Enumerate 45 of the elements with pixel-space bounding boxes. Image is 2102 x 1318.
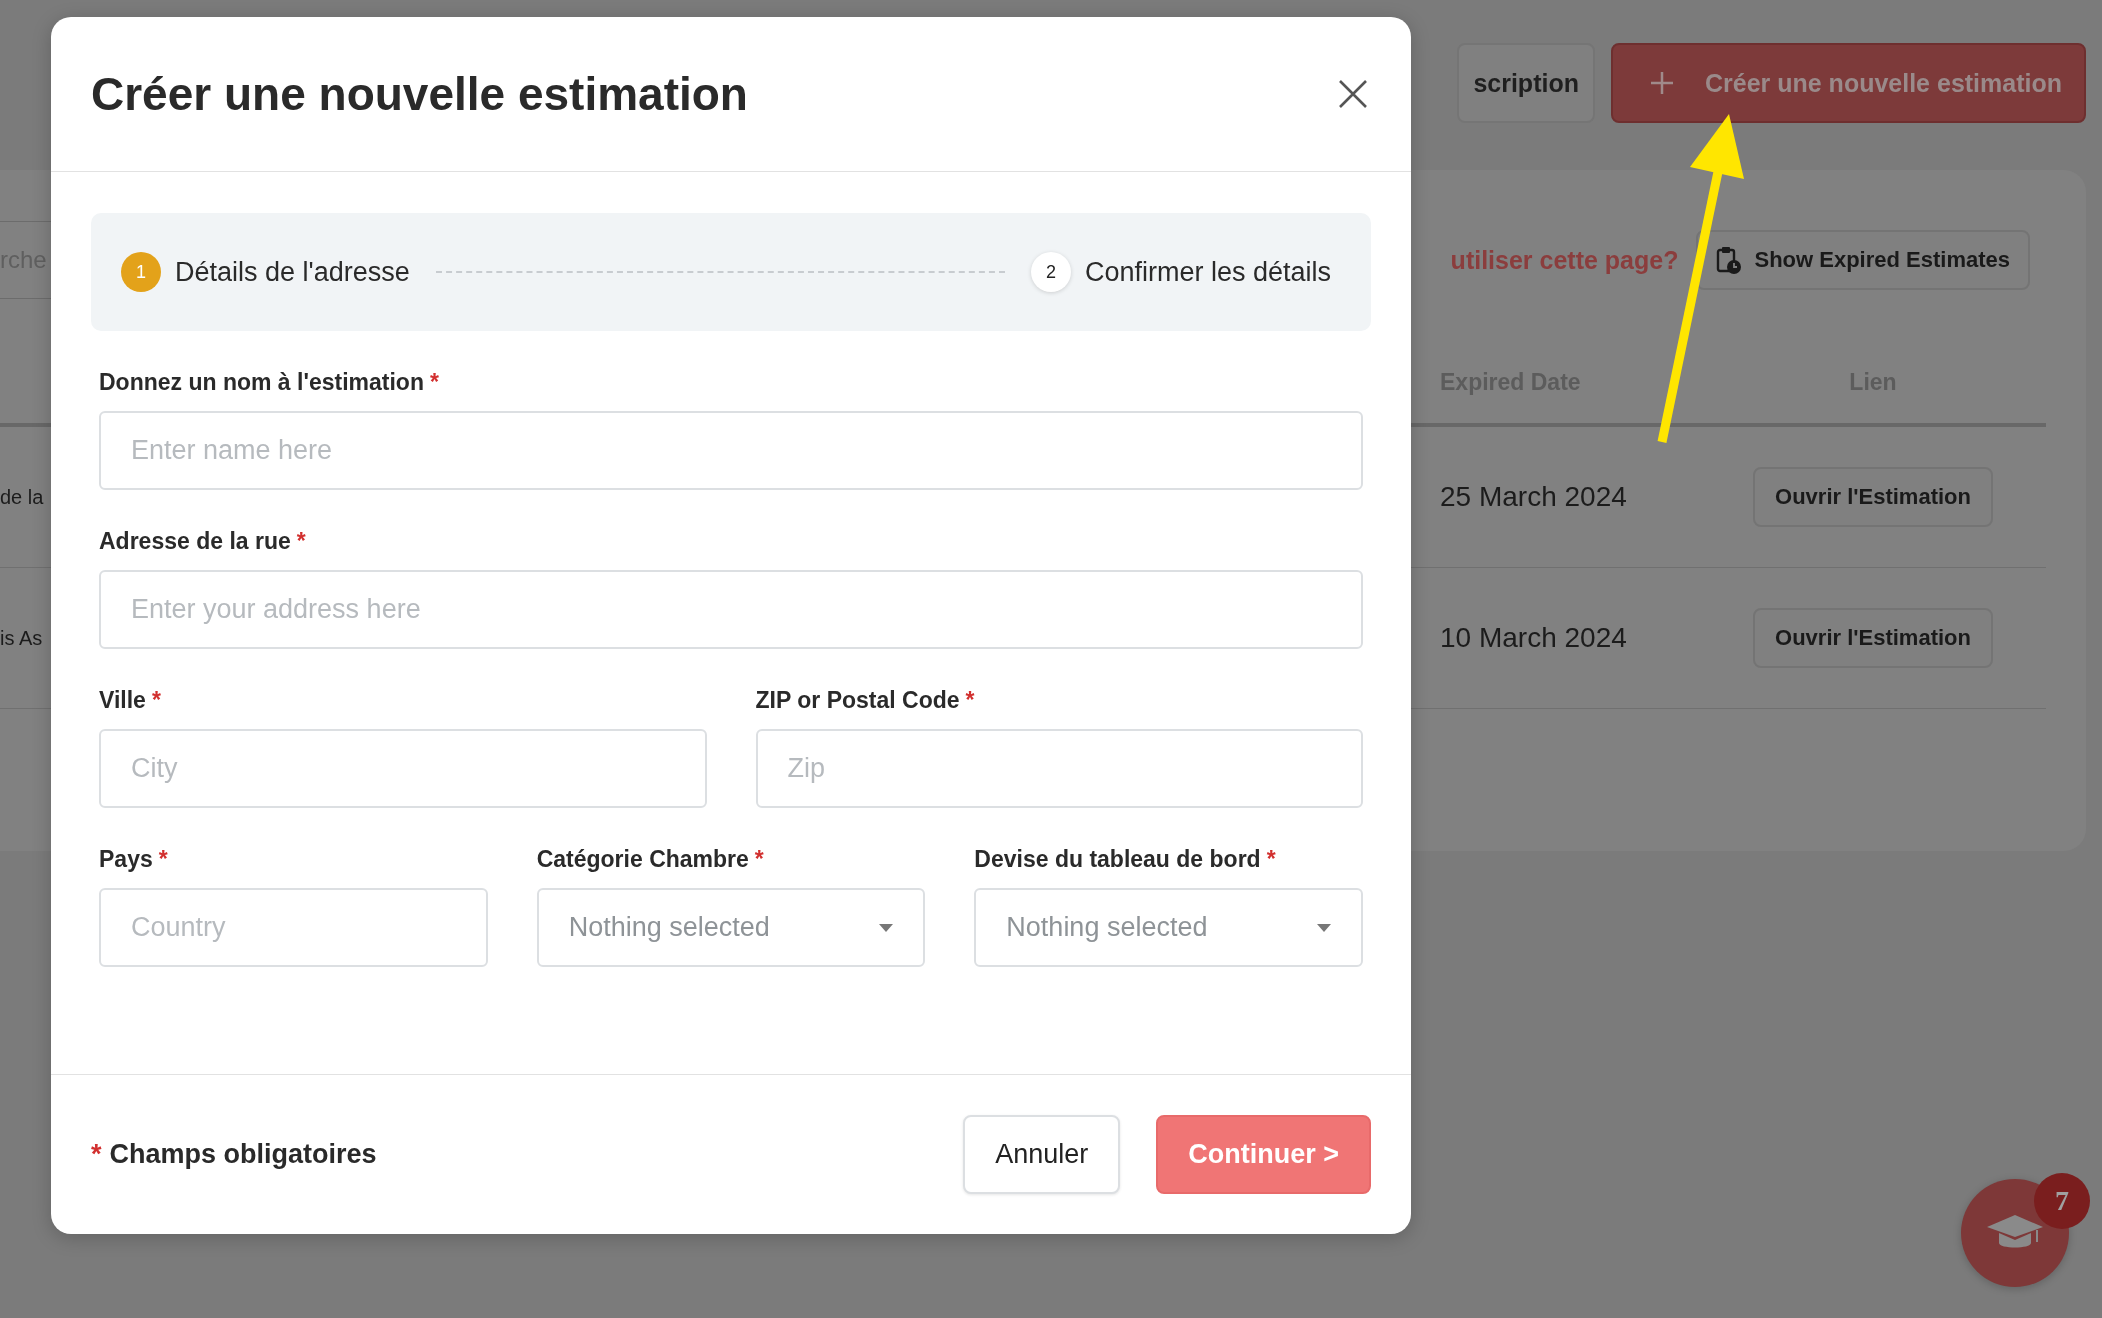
table-cell: de la bbox=[0, 485, 44, 509]
table-cell: is As bbox=[0, 626, 43, 650]
required-mark: * bbox=[158, 845, 168, 873]
continue-button[interactable]: Continuer > bbox=[1156, 1115, 1371, 1194]
show-expired-button[interactable]: Show Expired Estimates bbox=[1696, 230, 2030, 290]
field-label: Adresse de la rue bbox=[99, 527, 291, 555]
step-label: Détails de l'adresse bbox=[175, 256, 410, 288]
notification-badge: 7 bbox=[2034, 1173, 2090, 1229]
step-number: 1 bbox=[121, 252, 161, 292]
table-cell-text: 25 March 2024 bbox=[1439, 481, 1628, 513]
step-number: 2 bbox=[1030, 252, 1071, 292]
input-field[interactable]: Zip bbox=[755, 729, 1363, 808]
open-estimate-button[interactable]: Ouvrir l'Estimation bbox=[1753, 608, 1993, 668]
clipboard-clock-icon bbox=[1716, 245, 1743, 275]
table-cell-text: 10 March 2024 bbox=[1439, 622, 1628, 654]
open-estimate-button[interactable]: Ouvrir l'Estimation bbox=[1753, 467, 1993, 527]
required-mark: * bbox=[965, 686, 975, 714]
close-button[interactable] bbox=[1338, 79, 1368, 109]
required-mark: * bbox=[754, 845, 764, 873]
required-mark: * bbox=[429, 368, 439, 396]
plus-icon bbox=[1648, 70, 1675, 96]
input-field[interactable]: Enter name here bbox=[99, 411, 1363, 490]
caret-icon bbox=[879, 923, 894, 932]
input-field[interactable]: City bbox=[99, 729, 707, 808]
field-label: Catégorie Chambre bbox=[536, 845, 749, 873]
field-label: Ville bbox=[99, 686, 146, 714]
required-mark: * bbox=[296, 527, 306, 555]
step-label: Confirmer les détails bbox=[1084, 256, 1331, 288]
field-label: ZIP or Postal Code bbox=[755, 686, 960, 714]
required-mark: * bbox=[91, 1139, 102, 1170]
subscription-button[interactable]: scription bbox=[1457, 43, 1595, 123]
input-field[interactable]: Country bbox=[99, 888, 488, 967]
select-field[interactable]: Nothing selected bbox=[974, 888, 1363, 967]
cancel-button[interactable]: Annuler bbox=[963, 1115, 1121, 1194]
required-note: Champs obligatoires bbox=[109, 1139, 377, 1170]
required-mark: * bbox=[151, 686, 161, 714]
field-label: Pays bbox=[99, 845, 153, 873]
field-label: Donnez un nom à l'estimation bbox=[99, 368, 424, 396]
required-mark: * bbox=[1266, 845, 1276, 873]
create-estimate-button[interactable]: Créer une nouvelle estimation bbox=[1610, 43, 2086, 123]
input-field[interactable]: Enter your address here bbox=[99, 570, 1363, 649]
caret-icon bbox=[1317, 923, 1331, 932]
dialog-title: Créer une nouvelle estimation bbox=[91, 67, 748, 121]
field-label: Devise du tableau de bord bbox=[974, 845, 1261, 873]
select-field[interactable]: Nothing selected bbox=[536, 888, 926, 967]
